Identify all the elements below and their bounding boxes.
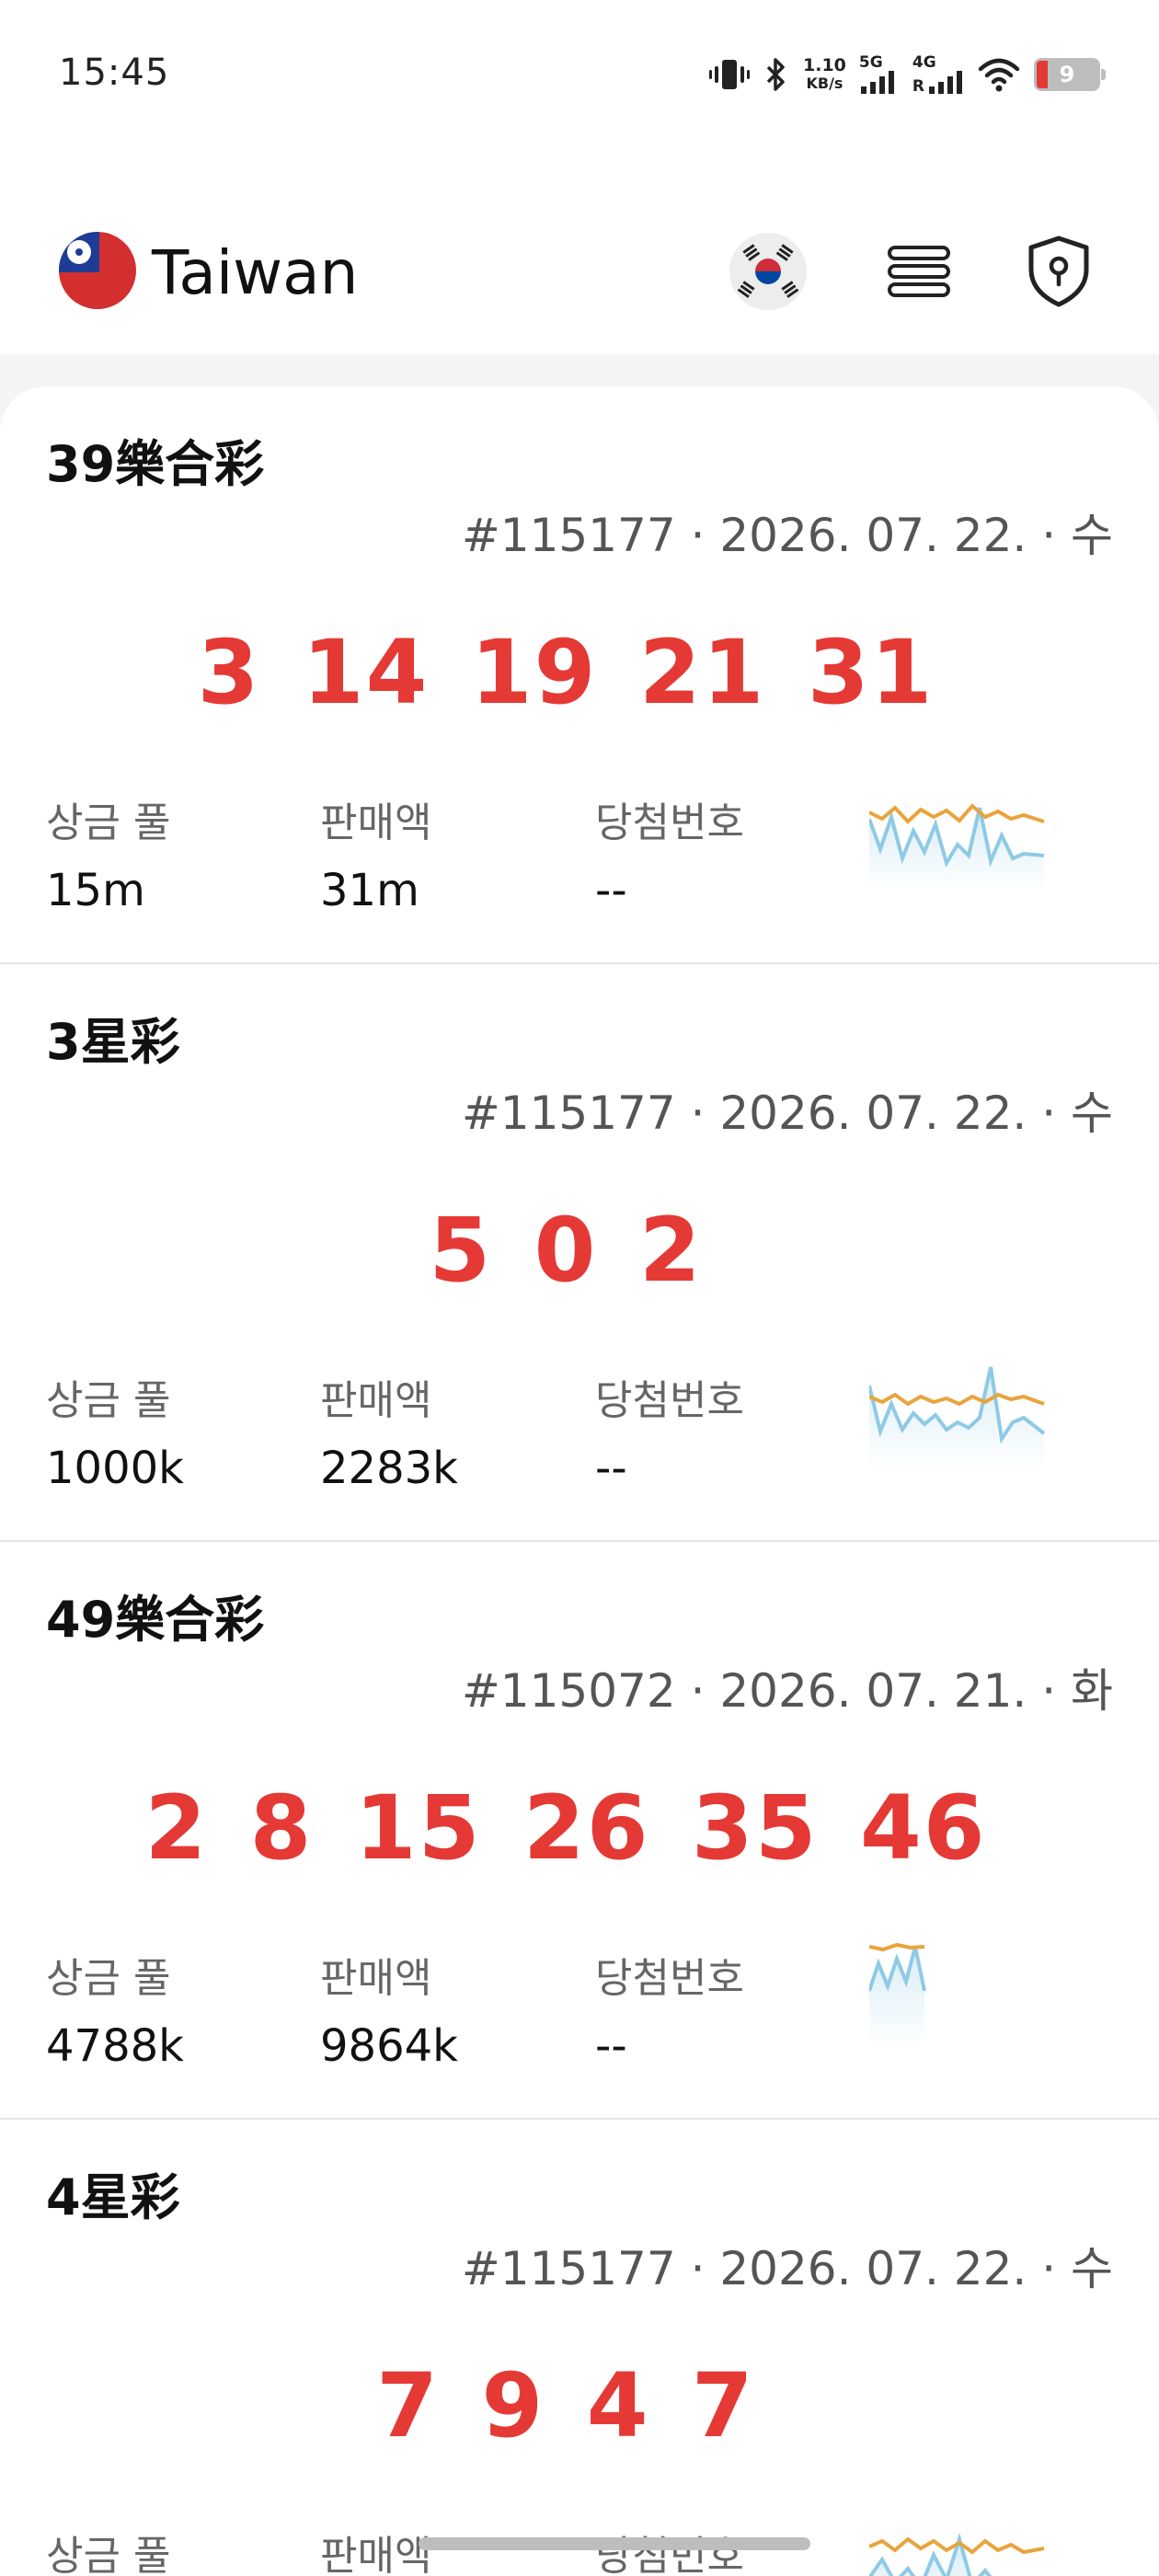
taiwan-flag-icon[interactable] bbox=[59, 232, 136, 309]
draw-info: #115177 · 2026. 07. 22. · 수 bbox=[461, 1087, 1113, 1140]
winners-label: 당첨번호 bbox=[595, 1377, 744, 1424]
net-speed-value: 1.10 bbox=[803, 55, 846, 75]
menu-icon bbox=[888, 246, 950, 297]
winners-value: -- bbox=[595, 2020, 627, 2072]
sales-amount: 판매액 bbox=[320, 2523, 431, 2576]
sales-value: 9864k bbox=[320, 2020, 458, 2072]
trend-sparkline[interactable] bbox=[869, 1358, 1053, 1468]
signal-4g: 4G R bbox=[912, 53, 964, 96]
home-indicator[interactable] bbox=[419, 2537, 810, 2550]
draw-info: #115177 · 2026. 07. 22. · 수 bbox=[461, 509, 1113, 562]
signal-5g-label: 5G bbox=[858, 53, 883, 72]
prize-pool: 상금 풀 bbox=[46, 2523, 170, 2576]
lottery-name: 3星彩 bbox=[46, 1013, 180, 1071]
prize-pool: 상금 풀 15m bbox=[46, 789, 170, 916]
menu-button[interactable] bbox=[878, 230, 960, 313]
winning-numbers: 7 9 4 7 bbox=[376, 2354, 755, 2457]
korea-flag-icon bbox=[729, 233, 807, 310]
sales-value: 2283k bbox=[320, 1443, 458, 1494]
prize-pool-value: 15m bbox=[46, 865, 145, 916]
roaming-label: R bbox=[912, 77, 924, 96]
lottery-list: 39樂合彩 #115177 · 2026. 07. 22. · 수 3 14 1… bbox=[0, 386, 1159, 2576]
sales-amount: 판매액 2283k bbox=[320, 1367, 458, 1494]
language-button[interactable] bbox=[727, 230, 809, 313]
winning-numbers: 2 8 15 26 35 46 bbox=[144, 1777, 987, 1880]
prize-pool-label: 상금 풀 bbox=[46, 1955, 171, 2002]
net-speed-unit: KB/s bbox=[806, 75, 843, 92]
vibrate-icon bbox=[709, 56, 751, 93]
trend-sparkline[interactable] bbox=[869, 2513, 1053, 2576]
privacy-button[interactable] bbox=[1017, 230, 1100, 313]
prize-pool-label: 상금 풀 bbox=[46, 799, 171, 846]
prize-pool-label: 상금 풀 bbox=[46, 1377, 171, 1424]
bluetooth-icon bbox=[763, 56, 790, 93]
winners-label: 당첨번호 bbox=[595, 1955, 744, 2002]
winners: 당첨번호 -- bbox=[595, 789, 744, 916]
sales-label: 판매액 bbox=[320, 2533, 432, 2576]
battery-level: 9 bbox=[1059, 62, 1075, 87]
winners: 당첨번호 -- bbox=[595, 1367, 744, 1494]
draw-info: #115177 · 2026. 07. 22. · 수 bbox=[461, 2242, 1113, 2295]
draw-info: #115072 · 2026. 07. 21. · 화 bbox=[461, 1664, 1113, 1718]
signal-icon bbox=[860, 71, 894, 94]
lottery-card[interactable]: 39樂合彩 #115177 · 2026. 07. 22. · 수 3 14 1… bbox=[0, 386, 1159, 964]
prize-pool: 상금 풀 4788k bbox=[46, 1945, 184, 2072]
signal-icon bbox=[929, 71, 962, 94]
wifi-icon bbox=[977, 56, 1021, 93]
net-speed: 1.10 KB/s bbox=[803, 55, 846, 93]
signal-4g-label: 4G bbox=[912, 53, 936, 72]
winners-value: -- bbox=[595, 1443, 627, 1494]
app-header: Taiwan bbox=[0, 202, 1159, 340]
sales-amount: 판매액 9864k bbox=[320, 1945, 458, 2072]
signal-5g: 5G bbox=[859, 55, 900, 94]
status-icons: 1.10 KB/s 5G 4G R 9 bbox=[709, 52, 1106, 98]
winners-label: 당첨번호 bbox=[595, 799, 744, 846]
winning-numbers: 5 0 2 bbox=[429, 1199, 703, 1302]
winners-value: -- bbox=[595, 865, 627, 916]
trend-sparkline[interactable] bbox=[869, 1936, 1053, 2046]
shield-lock-icon bbox=[1028, 236, 1089, 307]
page-title: Taiwan bbox=[152, 237, 359, 308]
sales-label: 판매액 bbox=[320, 799, 432, 846]
sales-amount: 판매액 31m bbox=[320, 789, 431, 916]
lottery-name: 49樂合彩 bbox=[46, 1591, 265, 1649]
winners: 당첨번호 -- bbox=[595, 1945, 744, 2072]
sales-label: 판매액 bbox=[320, 1377, 432, 1424]
lottery-card[interactable]: 4星彩 #115177 · 2026. 07. 22. · 수 7 9 4 7 … bbox=[0, 2120, 1159, 2576]
status-bar: 15:45 1.10 KB/s 5G 4G R 9 bbox=[0, 0, 1159, 152]
lottery-name: 39樂合彩 bbox=[46, 435, 265, 493]
sales-label: 판매액 bbox=[320, 1955, 432, 2002]
winning-numbers: 3 14 19 21 31 bbox=[197, 621, 935, 724]
battery-icon: 9 bbox=[1034, 58, 1106, 91]
trend-sparkline[interactable] bbox=[869, 780, 1053, 891]
lottery-card[interactable]: 49樂合彩 #115072 · 2026. 07. 21. · 화 2 8 15… bbox=[0, 1542, 1159, 2120]
prize-pool-value: 1000k bbox=[46, 1443, 184, 1494]
lottery-card[interactable]: 3星彩 #115177 · 2026. 07. 22. · 수 5 0 2 상금… bbox=[0, 964, 1159, 1542]
prize-pool: 상금 풀 1000k bbox=[46, 1367, 184, 1494]
status-time: 15:45 bbox=[59, 52, 170, 94]
lottery-name: 4星彩 bbox=[46, 2168, 180, 2226]
sales-value: 31m bbox=[320, 865, 419, 916]
prize-pool-label: 상금 풀 bbox=[46, 2533, 171, 2576]
prize-pool-value: 4788k bbox=[46, 2020, 184, 2072]
